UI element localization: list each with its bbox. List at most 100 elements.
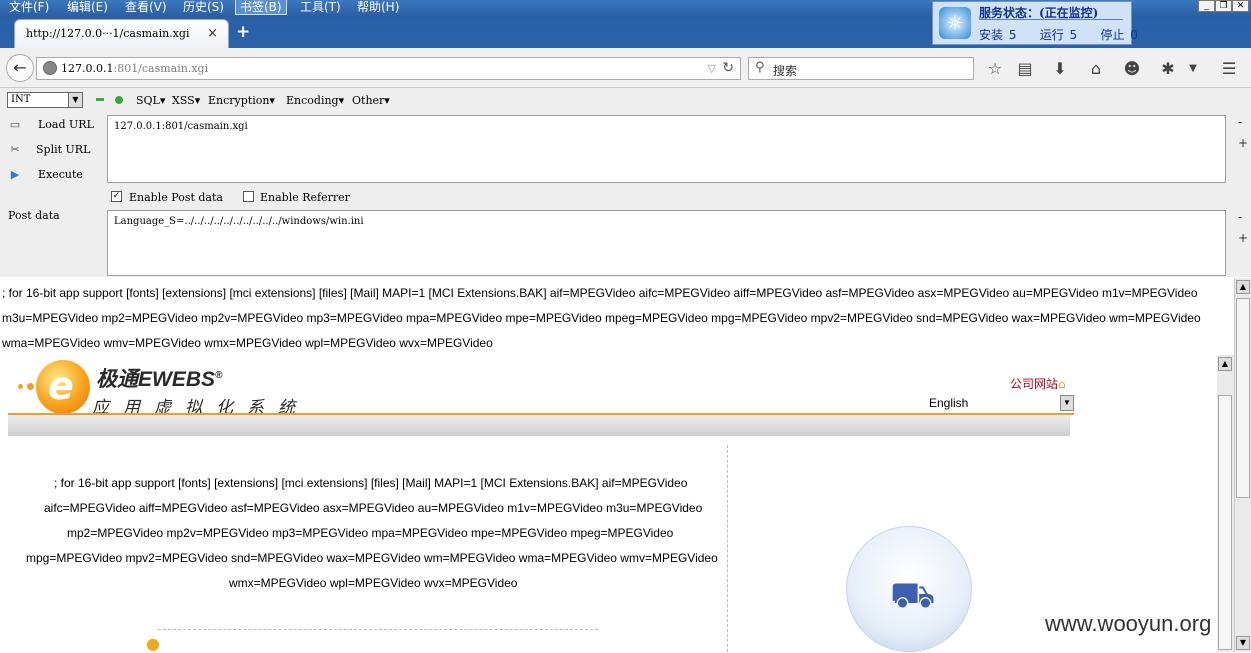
inner-text-line: ; for 16-bit app support [fonts] [extens… — [54, 476, 688, 490]
stopped-count: 停止 0 — [1100, 28, 1138, 42]
url-path: :801/casmain.xgi — [113, 62, 209, 75]
language-value: English — [929, 396, 969, 410]
close-window-button[interactable]: ✕ — [1232, 0, 1249, 12]
installed-count: 安装 5 — [979, 28, 1017, 42]
user-icon: ● — [146, 634, 160, 653]
scrollbar-thumb[interactable] — [1236, 298, 1250, 498]
menu-view[interactable]: 查看(V) — [125, 0, 167, 16]
scroll-up-icon[interactable]: ▲ — [1218, 357, 1232, 371]
app-icon: ⛟ — [890, 575, 936, 616]
enable-post-checkbox[interactable]: ✓ — [111, 191, 122, 202]
execute-button[interactable]: Execute — [38, 168, 83, 181]
language-select[interactable]: English ▼ — [925, 395, 1074, 412]
back-arrow-icon: ← — [13, 58, 27, 77]
post-data-textarea[interactable]: Language_S=../../../../../../../../../..… — [107, 210, 1226, 276]
menu-encryption[interactable]: Encryption▾ — [208, 94, 275, 107]
brand-text: 极通EWEBS — [96, 368, 216, 391]
gear-icon: ☼ — [939, 7, 971, 39]
decrease-icon[interactable] — [96, 98, 104, 101]
enable-referrer-label: Enable Referrer — [260, 191, 350, 204]
shrink-url-button[interactable]: - — [1238, 115, 1242, 129]
service-counts: 安装 5 运行 5 停止 0 — [979, 26, 1138, 43]
menu-edit[interactable]: 编辑(E) — [67, 0, 108, 16]
running-count: 运行 5 — [1039, 28, 1078, 42]
chevron-down-icon: ▼ — [1060, 395, 1074, 411]
type-select-value: INT — [11, 94, 31, 105]
column-divider — [727, 445, 728, 652]
browser-tab[interactable]: http://127.0.0···1/casmain.xgi × — [14, 19, 229, 49]
company-link[interactable]: 公司网站⌂ — [1010, 375, 1066, 392]
menu-xss[interactable]: XSS▾ — [172, 94, 200, 107]
home-icon[interactable]: ⌂ — [1084, 58, 1108, 80]
search-box[interactable]: ⚲ 搜索 — [748, 57, 974, 80]
inner-text-line: mpg=MPEGVideo mpv2=MPEGVideo snd=MPEGVid… — [26, 551, 718, 565]
url-text: 127.0.0.1:801/casmain.xgi — [61, 62, 208, 75]
expand-url-button[interactable]: + — [1238, 136, 1248, 150]
back-button[interactable]: ← — [6, 54, 34, 82]
scroll-down-icon[interactable]: ▼ — [1236, 636, 1250, 650]
new-tab-button[interactable]: + — [236, 22, 250, 42]
enable-referrer-checkbox[interactable] — [243, 191, 254, 202]
reading-list-icon[interactable]: ▤ — [1013, 58, 1037, 80]
split-url-icon: ✂ — [10, 143, 20, 156]
load-url-button[interactable]: Load URL — [38, 118, 94, 131]
shrink-post-button[interactable]: - — [1238, 210, 1242, 224]
menu-tools[interactable]: 工具(T) — [300, 0, 341, 16]
reload-icon[interactable]: ↻ — [722, 60, 734, 76]
menu-bookmarks[interactable]: 书签(B) — [235, 0, 287, 15]
tab-title: http://127.0.0···1/casmain.xgi — [26, 27, 190, 40]
inner-text-line: wmx=MPEGVideo wpl=MPEGVideo wvx=MPEGVide… — [229, 576, 518, 590]
url-host: 127.0.0.1 — [61, 62, 114, 75]
menu-file[interactable]: 文件(F) — [9, 0, 49, 16]
increase-icon[interactable] — [115, 96, 123, 104]
menu-other[interactable]: Other▾ — [352, 94, 390, 107]
logo-dot — [27, 383, 34, 390]
post-data-label: Post data — [8, 209, 60, 222]
response-text-line: wma=MPEGVideo wmv=MPEGVideo wmx=MPEGVide… — [2, 336, 493, 350]
inner-text-line: aifc=MPEGVideo aiff=MPEGVideo asf=MPEGVi… — [44, 501, 703, 515]
divider — [979, 19, 1123, 20]
watermark: www.wooyun.org — [1045, 611, 1212, 636]
scroll-up-icon[interactable]: ▲ — [1236, 280, 1250, 294]
url-bar[interactable]: 127.0.0.1:801/casmain.xgi ▽ ↻ — [36, 57, 741, 80]
tab-close-icon[interactable]: × — [207, 26, 218, 41]
section-divider — [158, 629, 598, 630]
chevron-down-icon: ▼ — [68, 93, 82, 107]
menu-history[interactable]: 历史(S) — [183, 0, 224, 16]
maximize-button[interactable]: ❐ — [1215, 0, 1232, 12]
response-text-line: ; for 16-bit app support [fonts] [extens… — [2, 286, 1198, 300]
scrollbar-thumb[interactable] — [1218, 395, 1232, 650]
bug-icon[interactable]: ✱ — [1156, 58, 1180, 80]
response-text-line: m3u=MPEGVideo mp2=MPEGVideo mp2v=MPEGVid… — [2, 311, 1201, 325]
menu-help[interactable]: 帮助(H) — [357, 0, 399, 16]
split-url-button[interactable]: Split URL — [36, 143, 90, 156]
execute-icon: ▶ — [10, 168, 20, 181]
minimize-button[interactable]: _ — [1198, 0, 1215, 12]
globe-icon — [43, 61, 57, 75]
site-brand: 极通EWEBS® — [96, 368, 223, 391]
type-select[interactable]: INT ▼ — [7, 92, 83, 108]
bookmark-star-icon[interactable]: ☆ — [983, 58, 1007, 80]
inner-text-line: mp2=MPEGVideo mp2v=MPEGVideo mp3=MPEGVid… — [67, 526, 674, 540]
search-placeholder: 搜索 — [773, 64, 798, 78]
search-icon: ⚲ — [755, 60, 765, 75]
home-icon: ⌂ — [1058, 377, 1066, 391]
service-status-widget[interactable]: ☼ 服务状态：(正在监控) 安装 5 运行 5 停止 0 — [932, 1, 1138, 45]
menu-encoding[interactable]: Encoding▾ — [286, 94, 344, 107]
download-icon[interactable]: ⬇ — [1048, 58, 1072, 80]
url-dropdown-icon[interactable]: ▽ — [708, 62, 716, 75]
expand-post-button[interactable]: + — [1238, 231, 1248, 245]
frame-scrollbar[interactable]: ▲ — [1217, 355, 1234, 652]
chat-icon[interactable]: ☻ — [1120, 58, 1144, 80]
hamburger-menu-icon[interactable]: ☰ — [1217, 58, 1241, 80]
chevron-down-icon[interactable]: ▼ — [1181, 58, 1205, 80]
company-link-text: 公司网站 — [1010, 377, 1059, 391]
logo-e-icon: e — [48, 364, 74, 408]
enable-post-label: Enable Post data — [129, 191, 223, 204]
page-scrollbar[interactable]: ▲ ▼ — [1234, 278, 1251, 652]
logo-dot — [18, 384, 23, 389]
menu-sql[interactable]: SQL▾ — [136, 94, 165, 107]
nav-strip — [8, 415, 1070, 436]
url-textarea[interactable]: 127.0.0.1:801/casmain.xgi — [107, 115, 1226, 183]
load-url-icon: ▭ — [9, 118, 21, 131]
